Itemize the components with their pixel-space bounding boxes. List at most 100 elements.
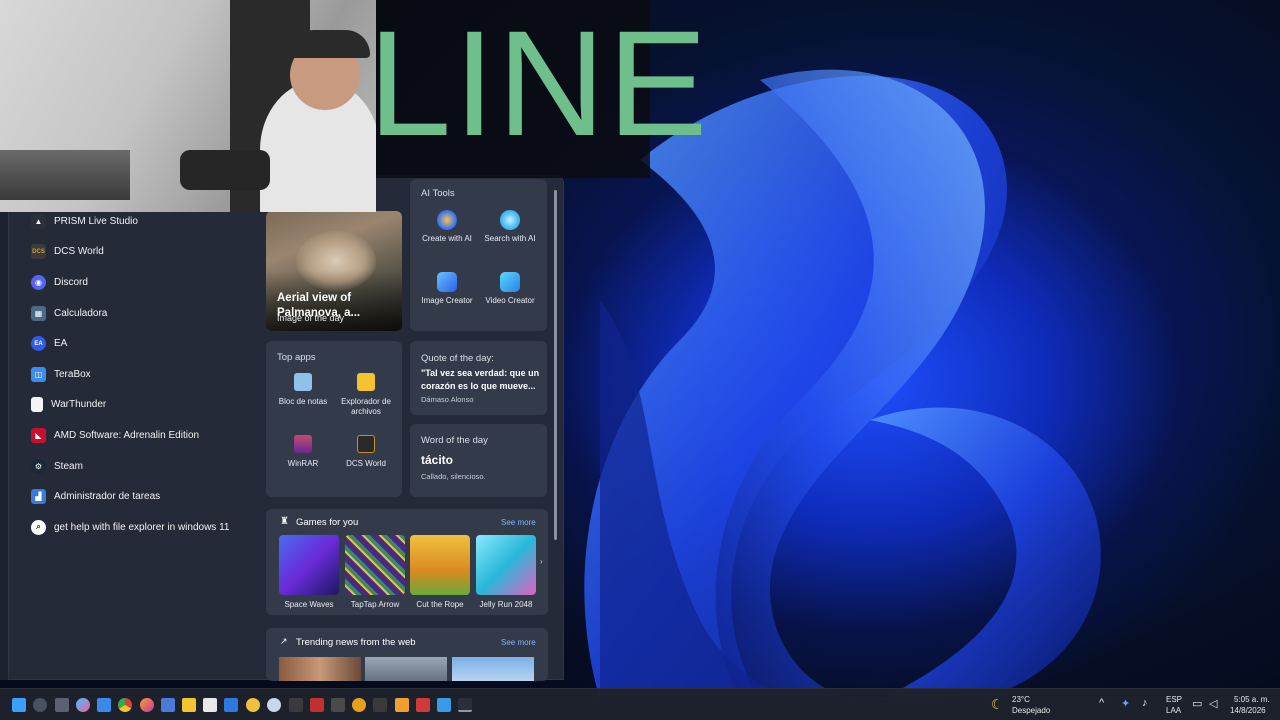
quote-card[interactable]: Quote of the day: "Tal vez sea verdad: q… (410, 341, 547, 415)
mail-icon[interactable] (97, 698, 111, 712)
list-item[interactable]: DCS DCS World (31, 237, 261, 268)
file-icon (31, 397, 43, 413)
scrollbar[interactable] (554, 184, 558, 678)
news-see-more-link[interactable]: See more (501, 638, 536, 647)
app-label: Calculadora (54, 307, 108, 319)
edge-icon[interactable] (224, 698, 238, 712)
list-item[interactable]: ▦ Calculadora (31, 298, 261, 329)
copilot-sparkle-icon[interactable]: ✦ (1121, 697, 1130, 710)
app-icon[interactable] (310, 698, 324, 712)
list-item[interactable]: ◫ TeraBox (31, 359, 261, 390)
chrome-icon[interactable] (118, 698, 132, 712)
folder-icon[interactable] (182, 698, 196, 712)
game-thumbnail (476, 535, 536, 595)
trending-news-card: ↗ Trending news from the web See more (266, 628, 548, 681)
app-label: TeraBox (54, 368, 91, 380)
banner-text: LINE (368, 0, 710, 167)
game-jelly-run-2048[interactable]: Jelly Run 2048 (476, 535, 536, 609)
game-space-waves[interactable]: Space Waves (279, 535, 339, 609)
file-explorer-button[interactable]: Explorador de archivos (335, 373, 397, 416)
game-thumbnail (279, 535, 339, 595)
word-definition: Callado, silencioso. (421, 472, 486, 481)
app-label: Steam (54, 460, 83, 472)
list-item[interactable]: ◣ AMD Software: Adrenalin Edition (31, 420, 261, 451)
start-menu: ▲ PRISM Live Studio DCS DCS World ◉ Discord… (8, 175, 564, 681)
language-bottom[interactable]: LAA (1166, 706, 1181, 716)
prism-icon[interactable] (458, 698, 472, 712)
steam-icon: ⚙ (31, 458, 46, 474)
app-icon[interactable] (352, 698, 366, 712)
app-label: WarThunder (51, 399, 107, 411)
app-label: get help with file explorer in windows 1… (54, 521, 230, 533)
dcs-world-button[interactable]: DCS World (335, 435, 397, 469)
image-creator-icon (437, 272, 457, 292)
list-item[interactable]: ⚙ Steam (31, 451, 261, 482)
task-manager-icon: ▟ (31, 489, 46, 505)
list-item[interactable]: ▟ Administrador de tareas (31, 481, 261, 512)
chevron-right-icon[interactable]: › (540, 557, 543, 566)
app-icon[interactable] (416, 698, 430, 712)
taskbar: ☾ 23°C Despejado ^ ✦ ♪ ESP LAA ▭ ◁ 5:05 … (0, 688, 1280, 720)
top-apps-card: Top apps Bloc de notas Explorador de arc… (266, 341, 402, 497)
task-view-icon[interactable] (55, 698, 69, 712)
volume-icon[interactable]: ◁ (1209, 697, 1217, 710)
list-item[interactable]: ◉ Discord (31, 267, 261, 298)
firefox-icon[interactable] (140, 698, 154, 712)
news-thumbnail[interactable] (452, 657, 534, 681)
trending-icon: ↗ (280, 636, 288, 646)
dcs-icon: DCS (31, 244, 46, 260)
news-thumbnail[interactable] (365, 657, 447, 681)
weather-temp[interactable]: 23°C (1012, 695, 1030, 705)
video-creator-button[interactable]: Video Creator (477, 272, 543, 305)
copilot-icon[interactable] (76, 698, 90, 712)
microphone-icon[interactable]: ♪ (1142, 697, 1148, 709)
news-thumbnail[interactable] (279, 657, 361, 681)
app-label: DCS World (54, 246, 104, 258)
outlook-icon[interactable] (161, 698, 175, 712)
paint-brush-icon (437, 210, 457, 230)
app-label: Administrador de tareas (54, 491, 161, 503)
game-cut-the-rope[interactable]: Cut the Rope (410, 535, 470, 609)
magnifier-sparkle-icon (500, 210, 520, 230)
clock-date[interactable]: 14/8/2026 (1230, 706, 1266, 716)
list-item[interactable]: WarThunder (31, 390, 261, 421)
clock-time[interactable]: 5:05 a. m. (1234, 695, 1270, 705)
scroll-thumb[interactable] (554, 190, 557, 540)
app-icon[interactable] (267, 698, 281, 712)
winrar-button[interactable]: WinRAR (272, 435, 334, 469)
app-icon[interactable] (289, 698, 303, 712)
games-card: ♜ Games for you See more Space Waves Tap… (266, 509, 548, 615)
game-thumbnail (345, 535, 405, 595)
network-icon[interactable]: ▭ (1192, 697, 1202, 710)
windows-start-icon[interactable] (12, 698, 26, 712)
terabox-icon: ◫ (31, 366, 46, 382)
card-title: Top apps (277, 352, 316, 363)
game-taptap-arrow[interactable]: TapTap Arrow (345, 535, 405, 609)
amd-icon: ◣ (31, 427, 46, 443)
language-top[interactable]: ESP (1166, 695, 1182, 705)
app-icon[interactable] (395, 698, 409, 712)
word-of-the-day-card[interactable]: Word of the day tácito Callado, silencio… (410, 424, 547, 497)
games-see-more-link[interactable]: See more (501, 518, 536, 527)
folder-icon (357, 373, 375, 391)
list-item[interactable]: EA EA (31, 328, 261, 359)
image-creator-button[interactable]: Image Creator (414, 272, 480, 305)
moon-icon: ☾ (991, 696, 1004, 712)
weather-desc[interactable]: Despejado (1012, 706, 1050, 716)
list-item[interactable]: ⌕ get help with file explorer in windows … (31, 512, 261, 543)
ea-icon: EA (31, 336, 46, 352)
store-icon[interactable] (203, 698, 217, 712)
card-title: AI Tools (421, 188, 455, 199)
app-label: Discord (54, 276, 88, 288)
search-with-ai-button[interactable]: Search with AI (477, 210, 543, 243)
app-icon[interactable] (437, 698, 451, 712)
discord-icon: ◉ (31, 274, 46, 290)
app-icon[interactable] (331, 698, 345, 712)
app-icon[interactable] (373, 698, 387, 712)
app-icon[interactable] (246, 698, 260, 712)
chevron-up-icon[interactable]: ^ (1099, 697, 1104, 709)
create-with-ai-button[interactable]: Create with AI (414, 210, 480, 243)
notepad-button[interactable]: Bloc de notas (272, 373, 334, 407)
search-icon: ⌕ (31, 519, 46, 535)
search-icon[interactable] (33, 698, 47, 712)
